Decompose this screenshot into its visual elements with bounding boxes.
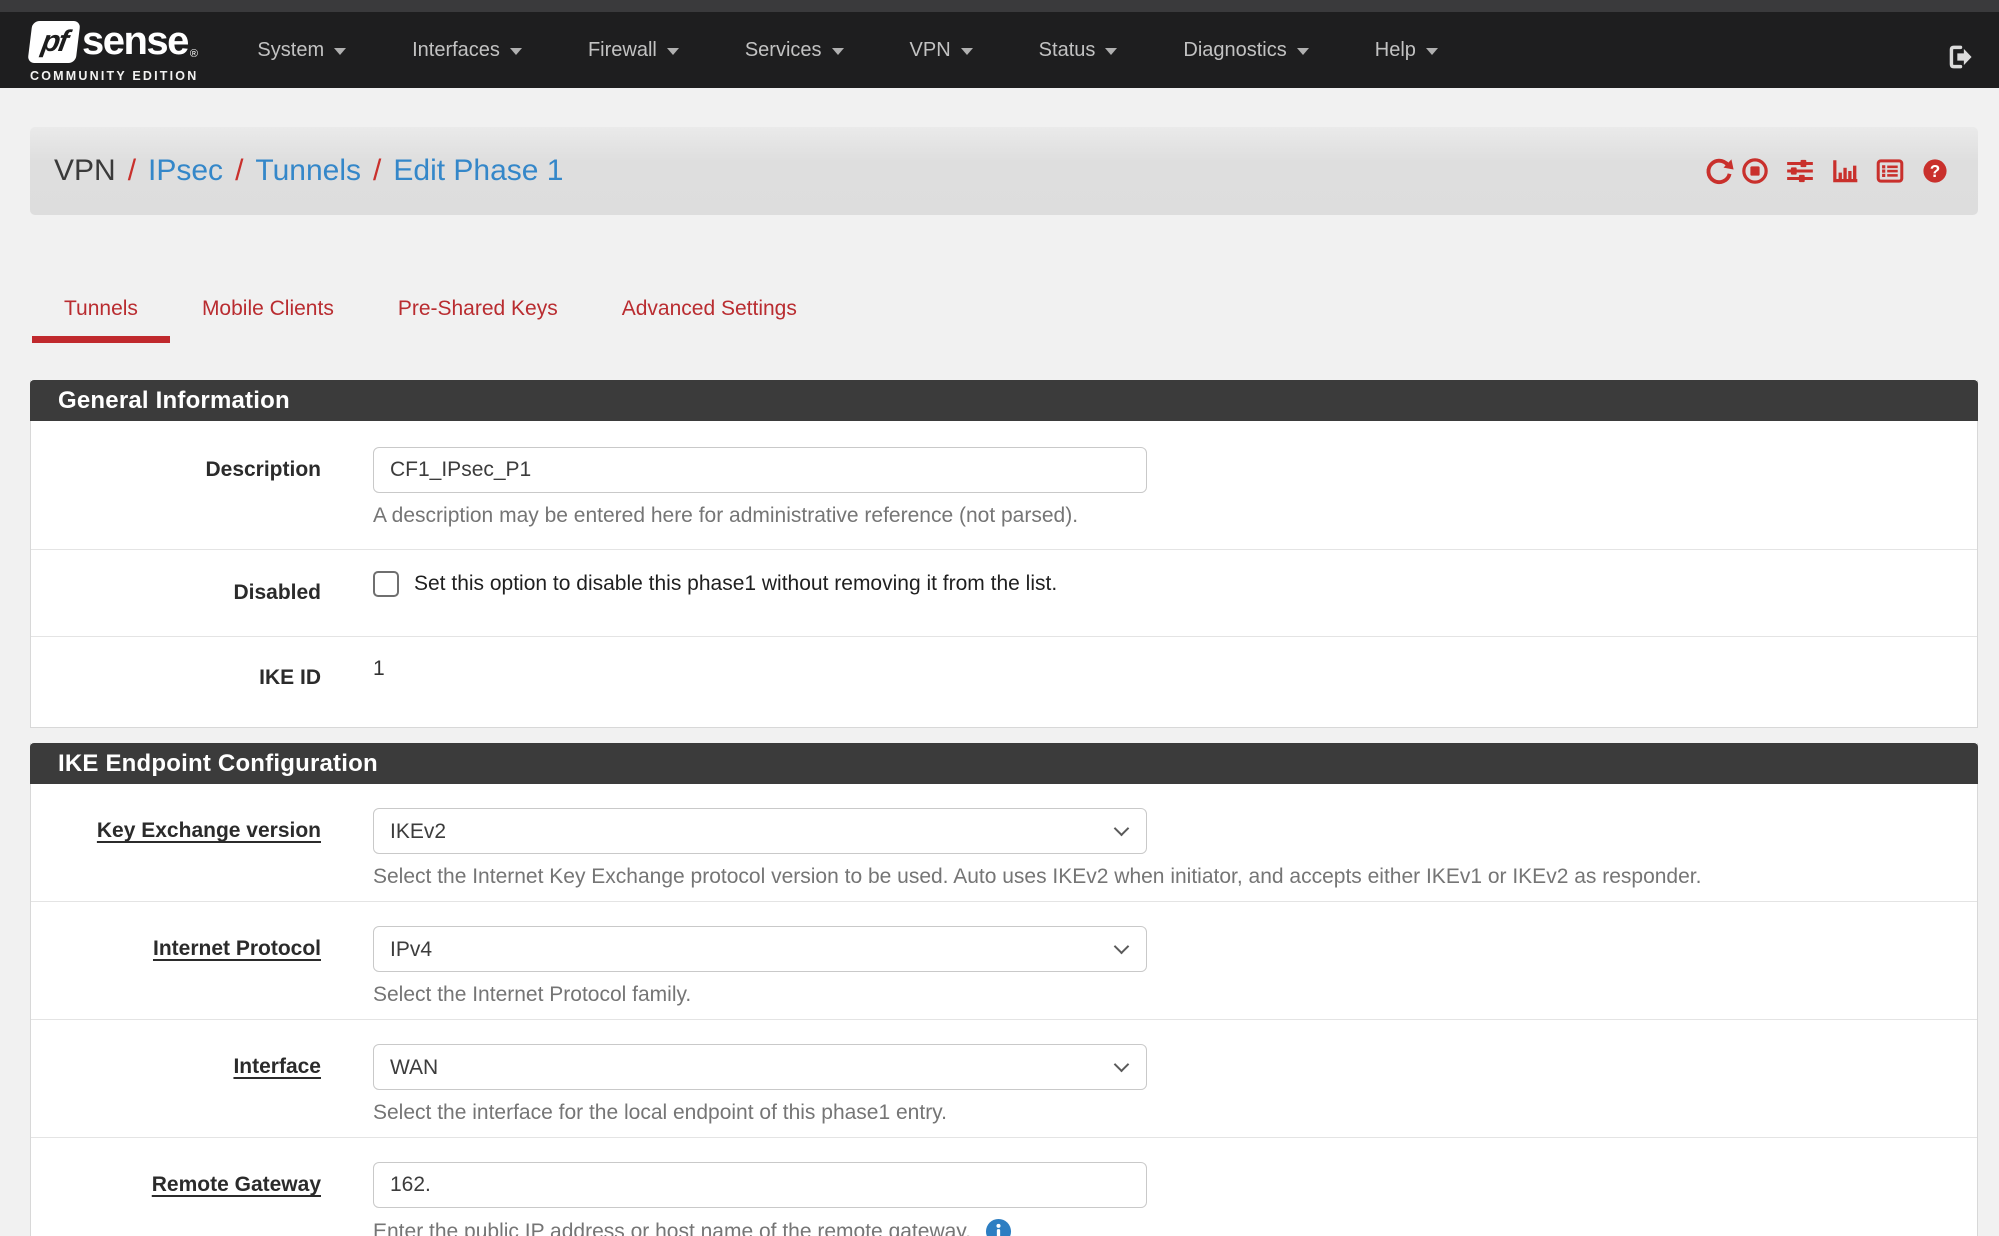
interface-select[interactable]: WAN	[373, 1044, 1147, 1090]
key-exchange-version-label: Key Exchange version	[31, 808, 321, 890]
breadcrumb-separator: /	[128, 154, 136, 188]
tab-mobile-clients[interactable]: Mobile Clients	[170, 289, 366, 343]
tab-advanced-settings[interactable]: Advanced Settings	[590, 289, 829, 343]
form-row-key-exchange-version: Key Exchange version IKEv2 Select the In…	[31, 784, 1977, 901]
disabled-checkbox[interactable]	[373, 571, 399, 597]
log-icon[interactable]	[1875, 156, 1905, 186]
bar-chart-icon[interactable]	[1830, 156, 1860, 186]
chevron-down-icon	[961, 48, 973, 55]
tab-bar: Tunnels Mobile Clients Pre-Shared Keys A…	[32, 289, 1999, 343]
menu-item-firewall[interactable]: Firewall	[555, 39, 712, 62]
stop-icon[interactable]	[1740, 156, 1770, 186]
menu-item-services[interactable]: Services	[712, 39, 877, 62]
form-row-description: Description A description may be entered…	[31, 421, 1977, 549]
breadcrumb-separator: /	[235, 154, 243, 188]
chevron-down-icon	[667, 48, 679, 55]
pfsense-logo[interactable]: pf sense ® COMMUNITY EDITION	[30, 19, 198, 83]
help-icon[interactable]: ?	[1920, 156, 1950, 186]
disabled-checkbox-label: Set this option to disable this phase1 w…	[414, 572, 1057, 596]
key-exchange-version-help-text: Select the Internet Key Exchange protoco…	[373, 864, 1977, 890]
tab-pre-shared-keys[interactable]: Pre-Shared Keys	[366, 289, 590, 343]
community-edition-label: COMMUNITY EDITION	[30, 69, 198, 83]
svg-text:?: ?	[1930, 161, 1940, 181]
disabled-label: Disabled	[31, 570, 321, 616]
menu-item-vpn[interactable]: VPN	[877, 39, 1006, 62]
remote-gateway-input[interactable]	[373, 1162, 1147, 1208]
interface-help-text: Select the interface for the local endpo…	[373, 1100, 1977, 1126]
panel-ike-endpoint-configuration: IKE Endpoint Configuration Key Exchange …	[30, 743, 1978, 1236]
menu-item-interfaces[interactable]: Interfaces	[379, 39, 555, 62]
menu-item-status[interactable]: Status	[1006, 39, 1151, 62]
key-exchange-version-select[interactable]: IKEv2	[373, 808, 1147, 854]
breadcrumb-link-tunnels[interactable]: Tunnels	[255, 154, 361, 188]
ike-id-label: IKE ID	[31, 655, 321, 701]
page-header: VPN / IPsec / Tunnels / Edit Phase 1	[30, 127, 1978, 215]
form-row-remote-gateway: Remote Gateway Enter the public IP addre…	[31, 1137, 1977, 1236]
sign-out-icon[interactable]	[1943, 42, 1977, 72]
registered-mark: ®	[190, 48, 198, 60]
main-menu: System Interfaces Firewall Services VPN …	[224, 39, 1470, 62]
chevron-down-icon	[510, 48, 522, 55]
internet-protocol-help-text: Select the Internet Protocol family.	[373, 982, 1977, 1008]
top-navbar: pf sense ® COMMUNITY EDITION System Inte…	[0, 0, 1999, 88]
menu-item-system[interactable]: System	[224, 39, 379, 62]
brand-sense-text: sense	[82, 19, 188, 64]
pf-logo-box: pf	[27, 21, 80, 63]
internet-protocol-label: Internet Protocol	[31, 926, 321, 1008]
sliders-icon[interactable]	[1785, 156, 1815, 186]
remote-gateway-label: Remote Gateway	[31, 1162, 321, 1236]
remote-gateway-help-text: Enter the public IP address or host name…	[373, 1219, 971, 1236]
tab-tunnels[interactable]: Tunnels	[32, 289, 170, 343]
menu-item-diagnostics[interactable]: Diagnostics	[1150, 39, 1341, 62]
panel-title-ike-endpoint-configuration: IKE Endpoint Configuration	[30, 743, 1978, 784]
refresh-icon[interactable]	[1704, 156, 1734, 186]
breadcrumb: VPN / IPsec / Tunnels / Edit Phase 1	[54, 154, 564, 188]
form-row-interface: Interface WAN Select the interface for t…	[31, 1019, 1977, 1137]
info-icon[interactable]	[985, 1218, 1012, 1236]
breadcrumb-separator: /	[373, 154, 381, 188]
chevron-down-icon	[832, 48, 844, 55]
description-label: Description	[31, 447, 321, 529]
menu-item-help[interactable]: Help	[1342, 39, 1471, 62]
chevron-down-icon	[334, 48, 346, 55]
header-action-icons: ?	[1704, 156, 1950, 186]
chevron-down-icon	[1297, 48, 1309, 55]
interface-label: Interface	[31, 1044, 321, 1126]
chevron-down-icon	[1426, 48, 1438, 55]
breadcrumb-link-ipsec[interactable]: IPsec	[148, 154, 223, 188]
form-row-disabled: Disabled Set this option to disable this…	[31, 549, 1977, 636]
breadcrumb-link-edit-phase-1[interactable]: Edit Phase 1	[393, 154, 563, 188]
navbar-top-strip	[0, 0, 1999, 12]
internet-protocol-select[interactable]: IPv4	[373, 926, 1147, 972]
ike-id-value: 1	[373, 655, 1977, 682]
description-input[interactable]	[373, 447, 1147, 493]
panel-general-information: General Information Description A descri…	[30, 380, 1978, 728]
description-help-text: A description may be entered here for ad…	[373, 503, 1977, 529]
form-row-internet-protocol: Internet Protocol IPv4 Select the Intern…	[31, 901, 1977, 1019]
breadcrumb-vpn: VPN	[54, 154, 116, 188]
chevron-down-icon	[1105, 48, 1117, 55]
form-row-ike-id: IKE ID 1	[31, 636, 1977, 727]
panel-title-general-information: General Information	[30, 380, 1978, 421]
